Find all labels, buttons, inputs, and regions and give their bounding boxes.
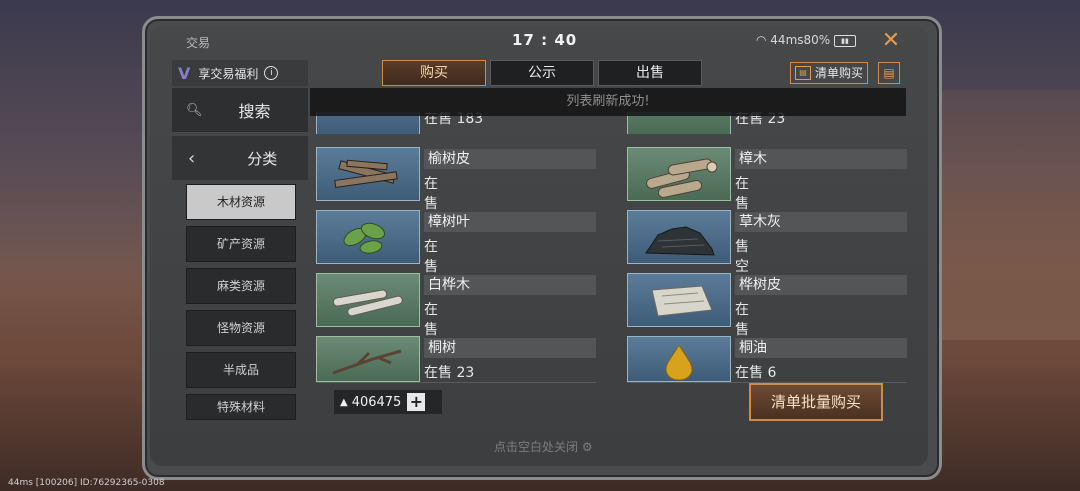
list-item[interactable]: 桐油 在售 6 [627,336,907,382]
gear-icon: ⚙ [581,440,593,454]
toast-message: 列表刷新成功! [310,88,906,116]
item-name: 桐油 [735,338,907,358]
category-mineral[interactable]: 矿产资源 [186,226,296,262]
benefit-label: 享交易福利 [198,66,259,81]
v-logo-icon: V [178,63,191,83]
network-status: ◠ 44ms80% [756,33,830,47]
item-name: 樟树叶 [424,212,596,232]
item-stock: 在售 23 [424,365,475,381]
tung-tree-icon [316,336,420,382]
info-icon[interactable]: i [264,66,279,80]
add-currency-button[interactable]: + [407,393,426,411]
item-name: 榆树皮 [424,149,596,169]
item-name: 桦树皮 [735,275,907,295]
clipboard-icon[interactable]: ▤ [878,62,900,84]
category-label: 分类 [247,149,278,168]
tab-buy[interactable]: 购买 [382,60,486,86]
category-header[interactable]: ‹ 分类 [172,136,308,180]
chevron-left-icon: ‹ [188,147,196,169]
close-hint-text: 点击空白处关闭 [494,440,579,454]
gold-bar-icon: ▲ [340,396,348,408]
tab-announce[interactable]: 公示 [490,60,594,86]
item-name: 樟木 [735,149,907,169]
category-hemp[interactable]: 麻类资源 [186,268,296,304]
list-buy-label: 清单购买 [815,66,864,80]
category-special[interactable]: 特殊材料 [186,394,296,420]
bulk-buy-button[interactable]: 清单批量购买 [749,383,883,421]
tab-sell[interactable]: 出售 [598,60,702,86]
birch-wood-icon [316,273,420,327]
item-name: 桐树 [424,338,596,358]
currency-amount: 406475 [351,394,402,410]
elm-bark-icon [316,147,420,201]
tab-bar: 购买 公示 出售 [382,60,702,86]
trade-benefit[interactable]: V 享交易福利 i [172,60,308,86]
camphor-wood-icon [627,147,731,201]
status-line: 44ms [100206] ID:76292365-0308 [8,478,165,488]
item-name: 草木灰 [735,212,907,232]
search-label: 搜索 [238,102,271,121]
tung-oil-icon [627,336,731,382]
window-title: 交易 [186,36,211,50]
wifi-icon: ◠ [756,33,771,47]
item-stock: 在售 6 [735,365,777,381]
list-icon: ▤ [795,66,811,80]
list-item[interactable]: 桐树 在售 23 [316,336,596,382]
list-divider [316,382,596,383]
category-monster[interactable]: 怪物资源 [186,310,296,346]
plant-ash-icon [627,210,731,264]
item-stock: 售空 [735,239,749,275]
category-semi-finished[interactable]: 半成品 [186,352,296,388]
search-button[interactable]: 🔍︎ 搜索 [172,88,308,132]
currency-display: ▲ 406475 + [334,390,442,414]
clock: 17 : 40 [512,31,578,49]
category-wood[interactable]: 木材资源 [186,184,296,220]
camphor-leaf-icon [316,210,420,264]
close-hint: 点击空白处关闭 ⚙ [494,438,593,455]
list-buy-button[interactable]: ▤ 清单购买 [790,62,869,84]
close-icon[interactable]: ✕ [878,28,904,54]
birch-bark-icon [627,273,731,327]
item-name: 白桦木 [424,275,596,295]
search-icon: 🔍︎ [186,102,203,118]
network-text: 44ms80% [770,33,831,47]
battery-icon: ▮▮ [834,35,856,47]
